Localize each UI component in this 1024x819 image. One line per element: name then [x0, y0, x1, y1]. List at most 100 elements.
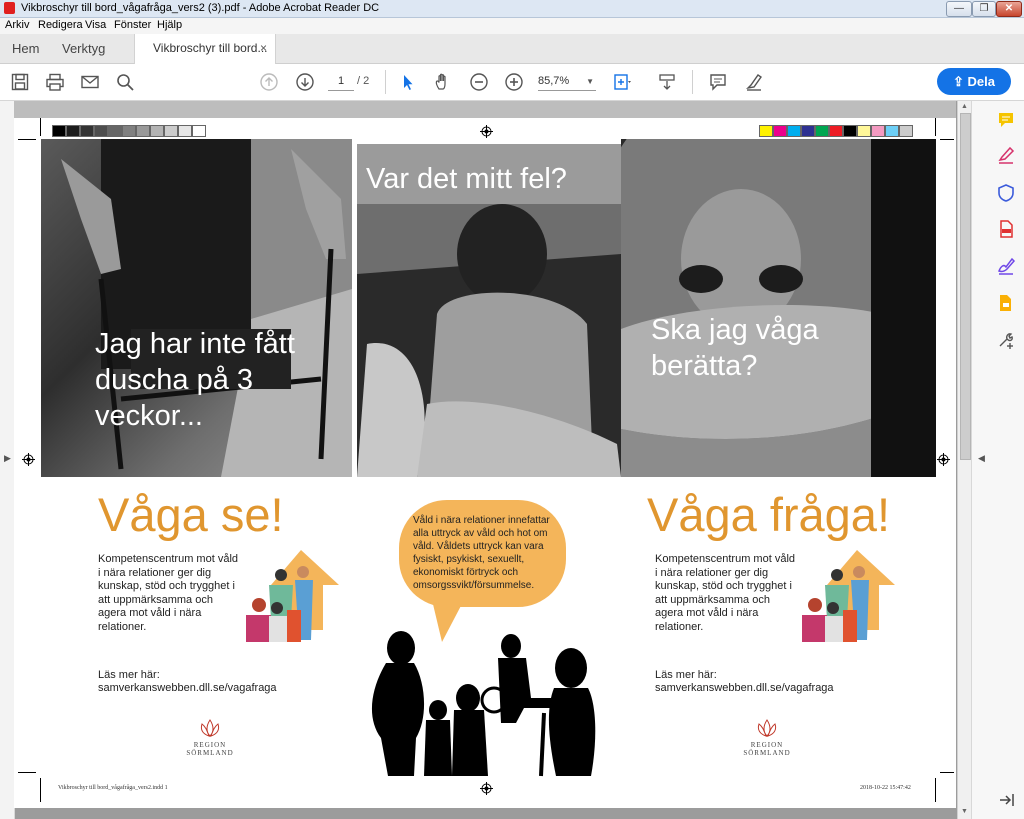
edit-sign-icon[interactable] — [996, 256, 1016, 276]
fit-page-icon[interactable] — [612, 72, 632, 92]
bubble-text: Våld i nära relationer innefattar alla u… — [413, 515, 550, 591]
logo-line-sormland: SÖRMLAND — [186, 749, 234, 757]
menu-visa[interactable]: Visa — [85, 19, 106, 31]
share-icon: ⇪ — [953, 74, 968, 89]
organize-icon[interactable] — [996, 293, 1016, 313]
region-sormland-logo-icon — [753, 718, 781, 738]
scroll-down-icon[interactable]: ▼ — [961, 808, 968, 815]
comment-tool-icon[interactable] — [708, 72, 728, 92]
tab-bar: Hem Verktyg Vikbroschyr till bord... × — [0, 34, 1024, 64]
menu-fonster[interactable]: Fönster — [114, 19, 151, 31]
registration-mark-icon — [480, 782, 493, 795]
region-sormland-logo-icon — [196, 718, 224, 738]
chevron-down-icon: ▼ — [586, 77, 594, 86]
minimize-button[interactable]: — — [946, 1, 972, 17]
color-bar — [759, 124, 913, 137]
fill-sign-icon[interactable] — [996, 145, 1016, 165]
quote-dare-tell: Ska jag våga berätta? — [651, 314, 819, 382]
comment-icon[interactable] — [996, 110, 1016, 130]
share-button[interactable]: ⇪ Dela — [937, 68, 1011, 95]
scroll-mode-icon[interactable] — [657, 72, 677, 92]
tab-document-label: Vikbroschyr till bord... — [153, 41, 268, 55]
registration-mark-icon — [937, 453, 950, 466]
footer-timestamp: 2018-10-22 15:47:42 — [860, 785, 911, 791]
save-icon[interactable] — [10, 72, 30, 92]
crop-mark — [935, 778, 936, 802]
crop-mark — [18, 139, 36, 140]
quote-my-fault: Var det mitt fel? — [366, 163, 567, 195]
photo-hand-over-mouth: Ska jag våga berätta? — [621, 139, 936, 477]
collapse-pane-icon[interactable] — [996, 790, 1016, 810]
registration-mark-icon — [22, 453, 35, 466]
scroll-up-icon[interactable]: ▲ — [961, 103, 968, 110]
protect-icon[interactable] — [996, 183, 1016, 203]
crop-mark — [940, 772, 954, 773]
share-label: Dela — [967, 74, 995, 89]
email-icon[interactable] — [80, 72, 100, 92]
window-title: Vikbroschyr till bord_vågafråga_vers2 (3… — [21, 2, 380, 14]
logo-line-sormland: SÖRMLAND — [743, 749, 791, 757]
export-pdf-icon[interactable] — [996, 219, 1016, 239]
logo-line-region: REGION — [750, 741, 784, 749]
toolbar-separator — [692, 70, 693, 94]
collapse-pane-arrow-icon[interactable]: ◀ — [978, 453, 985, 464]
print-icon[interactable] — [45, 72, 65, 92]
people-illustration-icon — [797, 550, 897, 645]
next-page-icon[interactable] — [295, 72, 315, 92]
restore-button[interactable]: ❐ — [972, 1, 996, 17]
left-more-label: Läs mer här: — [98, 669, 160, 681]
zoom-select[interactable]: 85,7% ▼ — [538, 73, 596, 91]
heading-vaga-fraga: Våga fråga! — [647, 488, 891, 541]
registration-mark-icon — [480, 125, 493, 138]
scrollbar-thumb[interactable] — [960, 113, 971, 460]
more-tools-icon[interactable] — [996, 330, 1016, 350]
people-illustration-icon — [241, 550, 341, 645]
logo-line-region: REGION — [193, 741, 227, 749]
tab-tools[interactable]: Verktyg — [62, 34, 105, 63]
photo-child: Var det mitt fel? — [357, 144, 621, 477]
menu-redigera[interactable]: Redigera — [38, 19, 83, 31]
crop-mark — [40, 778, 41, 802]
right-more-label: Läs mer här: — [655, 669, 717, 681]
page-total: / 2 — [357, 75, 370, 87]
menu-hjalp[interactable]: Hjälp — [157, 19, 182, 31]
acrobat-icon — [4, 2, 15, 14]
zoom-in-icon[interactable] — [504, 72, 524, 92]
title-bar: Vikbroschyr till bord_vågafråga_vers2 (3… — [0, 0, 1024, 18]
toolbar: 1 / 2 85,7% ▼ — [0, 64, 1024, 101]
logo-text-right: REGION SÖRMLAND — [737, 741, 797, 757]
right-more-url: samverkanswebben.dll.se/vagafraga — [655, 682, 834, 694]
left-body-text: Kompetenscentrum mot våld i nära relatio… — [98, 553, 239, 633]
expand-left-icon[interactable]: ▶ — [4, 453, 11, 464]
highlight-tool-icon[interactable] — [744, 72, 764, 92]
menu-bar: Arkiv Redigera Visa Fönster Hjälp — [0, 18, 1024, 34]
hand-tool-icon[interactable] — [433, 72, 453, 92]
tab-home[interactable]: Hem — [12, 34, 39, 63]
page-number-input[interactable]: 1 — [328, 73, 354, 91]
right-tools-pane: ◀ — [971, 101, 1024, 819]
page-top-margin — [14, 101, 956, 118]
crop-mark — [18, 772, 36, 773]
speech-bubble: Våld i nära relationer innefattar alla u… — [399, 500, 566, 607]
previous-page-icon[interactable] — [259, 72, 279, 92]
crop-mark — [935, 118, 936, 136]
grayscale-bar — [52, 124, 206, 137]
menu-arkiv[interactable]: Arkiv — [5, 19, 29, 31]
select-tool-icon[interactable] — [398, 72, 418, 92]
heading-vaga-se: Våga se! — [98, 488, 284, 541]
vertical-scrollbar[interactable]: ▲ ▼ — [957, 101, 972, 819]
tab-document[interactable]: Vikbroschyr till bord... × — [134, 34, 276, 64]
crop-mark — [40, 118, 41, 136]
search-icon[interactable] — [115, 72, 135, 92]
zoom-value: 85,7% — [538, 75, 570, 87]
zoom-out-icon[interactable] — [469, 72, 489, 92]
quote-shower: Jag har inte fått duscha på 3 veckor... — [95, 328, 295, 432]
family-silhouettes-icon — [366, 628, 606, 778]
left-nav-strip[interactable]: ▶ — [0, 101, 15, 819]
footer-filename: Vikbroschyr till bord_vågafråga_vers2.in… — [58, 785, 168, 791]
close-button[interactable]: ✕ — [996, 1, 1022, 17]
left-more-url: samverkanswebben.dll.se/vagafraga — [98, 682, 277, 694]
tab-close-icon[interactable]: × — [260, 34, 267, 63]
right-body-text: Kompetenscentrum mot våld i nära relatio… — [655, 553, 796, 633]
logo-text-left: REGION SÖRMLAND — [180, 741, 240, 757]
